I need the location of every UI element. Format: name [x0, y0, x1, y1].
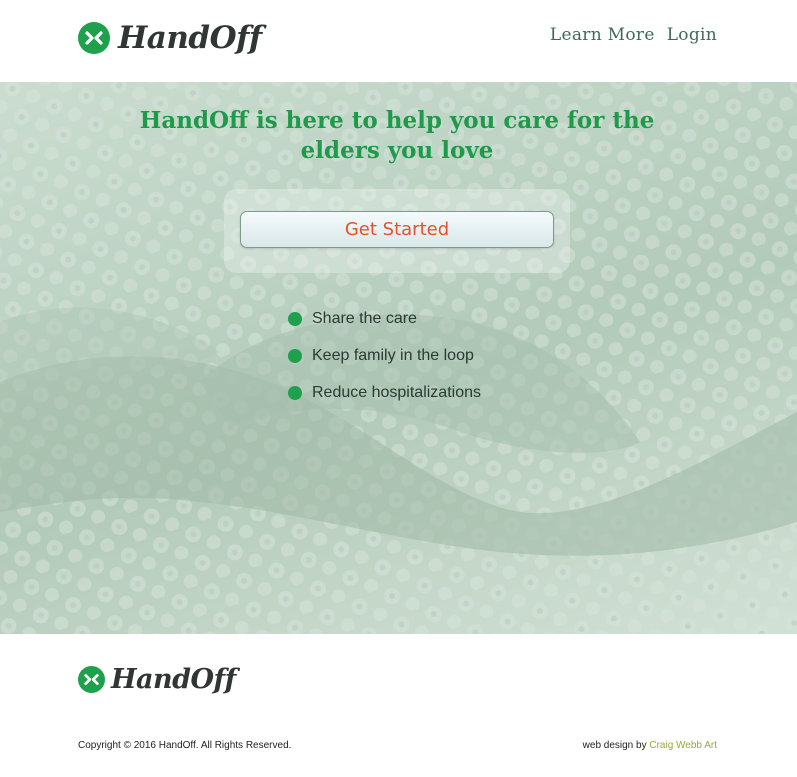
- credit-prefix: web design by: [582, 740, 647, 751]
- copyright-text: Copyright © 2016 HandOff. All Rights Res…: [78, 740, 292, 751]
- feature-list: Share the care Keep family in the loop R…: [288, 300, 481, 411]
- handoff-logo-icon: [78, 22, 110, 54]
- hero-headline: HandOff is here to help you care for the…: [139, 107, 655, 164]
- cta-panel: Get Started: [224, 189, 570, 273]
- feature-text: Share the care: [312, 309, 417, 327]
- bullet-icon: [288, 348, 302, 363]
- nav-learn-more-link[interactable]: Learn More: [550, 25, 655, 45]
- feature-item: Keep family in the loop: [288, 337, 481, 374]
- hero-section: HandOff is here to help you care for the…: [0, 82, 797, 634]
- feature-item: Share the care: [288, 300, 481, 337]
- top-nav: Learn More Login: [550, 25, 717, 45]
- bullet-icon: [288, 311, 302, 326]
- site-footer: HandOff Copyright © 2016 HandOff. All Ri…: [0, 634, 797, 777]
- footer-logo[interactable]: HandOff: [78, 664, 236, 695]
- feature-item: Reduce hospitalizations: [288, 374, 481, 411]
- footer-logo-text: HandOff: [111, 664, 236, 695]
- header-logo[interactable]: HandOff: [78, 20, 262, 56]
- bullet-icon: [288, 385, 302, 400]
- feature-text: Reduce hospitalizations: [312, 383, 481, 401]
- site-header: HandOff Learn More Login: [0, 0, 797, 82]
- nav-login-link[interactable]: Login: [667, 25, 717, 45]
- credit-link[interactable]: Craig Webb Art: [649, 740, 717, 751]
- handoff-logo-icon: [78, 666, 105, 693]
- feature-text: Keep family in the loop: [312, 346, 474, 364]
- logo-text: HandOff: [118, 20, 262, 56]
- get-started-button[interactable]: Get Started: [240, 211, 554, 248]
- design-credit: web design by Craig Webb Art: [583, 740, 717, 751]
